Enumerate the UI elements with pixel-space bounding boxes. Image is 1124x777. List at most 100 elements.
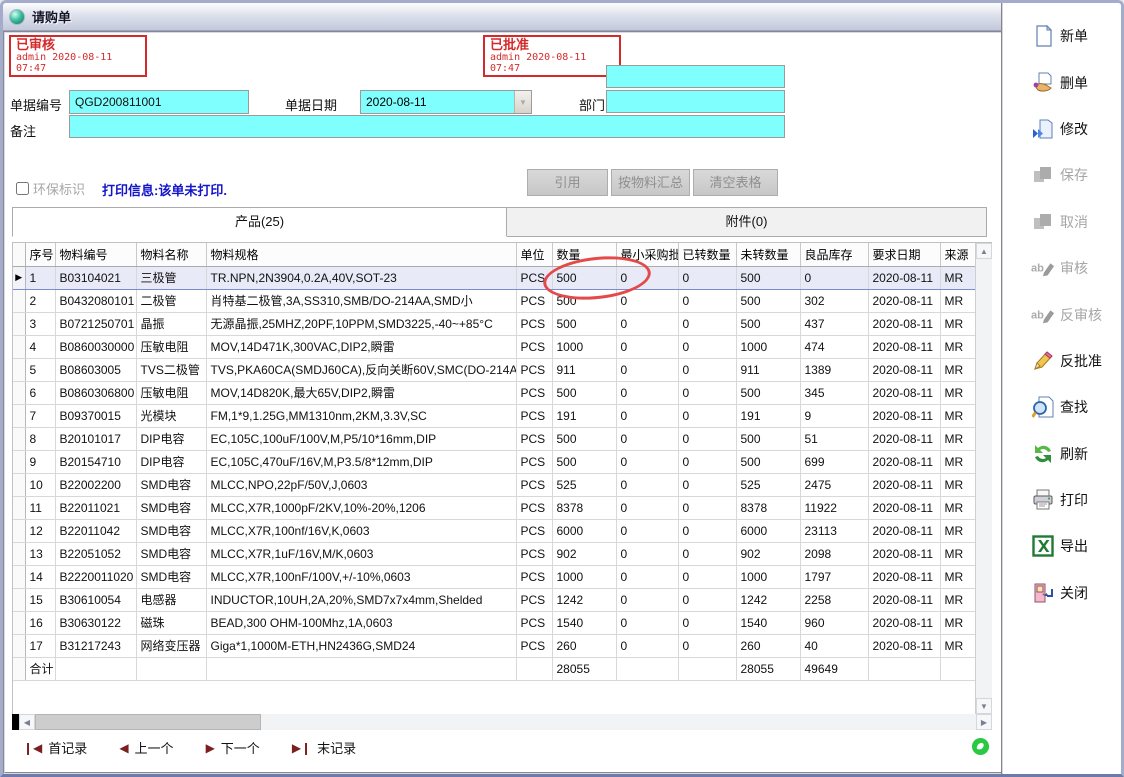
table-cell[interactable]: 7 bbox=[25, 404, 55, 427]
table-cell[interactable]: PCS bbox=[516, 266, 552, 289]
sidebar-button-save[interactable]: 保存 bbox=[1003, 152, 1121, 198]
table-cell[interactable]: MR bbox=[940, 450, 976, 473]
table-cell[interactable]: 437 bbox=[800, 312, 868, 335]
table-cell[interactable]: MR bbox=[940, 427, 976, 450]
table-cell[interactable]: SMD电容 bbox=[136, 542, 206, 565]
table-cell[interactable]: B31217243 bbox=[55, 634, 136, 657]
table-cell[interactable]: MR bbox=[940, 634, 976, 657]
table-cell[interactable]: 0 bbox=[678, 565, 736, 588]
table-cell[interactable]: 1 bbox=[25, 266, 55, 289]
table-cell[interactable]: B0860030000 bbox=[55, 335, 136, 358]
table-cell[interactable]: PCS bbox=[516, 473, 552, 496]
table-cell[interactable]: 0 bbox=[616, 427, 678, 450]
doc-no-input[interactable] bbox=[69, 90, 249, 114]
table-cell[interactable]: 2020-08-11 bbox=[868, 427, 940, 450]
table-cell[interactable]: 6000 bbox=[736, 519, 800, 542]
table-cell[interactable]: MR bbox=[940, 381, 976, 404]
next-record-button[interactable]: ▶ 下一个 bbox=[206, 738, 260, 757]
table-cell[interactable]: 2020-08-11 bbox=[868, 358, 940, 381]
table-cell[interactable]: 2020-08-11 bbox=[868, 289, 940, 312]
table-row[interactable]: 6B0860306800压敏电阻MOV,14D820K,最大65V,DIP2,瞬… bbox=[13, 381, 976, 404]
table-cell[interactable] bbox=[55, 657, 136, 680]
table-cell[interactable]: 肖特基二极管,3A,SS310,SMB/DO-214AA,SMD小 bbox=[206, 289, 516, 312]
table-cell[interactable]: PCS bbox=[516, 335, 552, 358]
sidebar-button-print[interactable]: 打印 bbox=[1003, 477, 1121, 523]
extra-field[interactable] bbox=[606, 65, 785, 88]
first-record-button[interactable]: ❙◀ 首记录 bbox=[23, 738, 87, 757]
table-cell[interactable]: MLCC,NPO,22pF/50V,J,0603 bbox=[206, 473, 516, 496]
table-cell[interactable]: B22051052 bbox=[55, 542, 136, 565]
table-cell[interactable]: 6 bbox=[25, 381, 55, 404]
table-cell[interactable]: 500 bbox=[736, 289, 800, 312]
scroll-down-icon[interactable]: ▼ bbox=[976, 698, 992, 714]
table-cell[interactable]: 500 bbox=[736, 427, 800, 450]
table-cell[interactable]: MR bbox=[940, 335, 976, 358]
table-cell[interactable]: 压敏电阻 bbox=[136, 381, 206, 404]
table-cell[interactable]: 0 bbox=[678, 312, 736, 335]
table-cell[interactable]: INDUCTOR,10UH,2A,20%,SMD7x7x4mm,Shelded bbox=[206, 588, 516, 611]
table-cell[interactable] bbox=[136, 657, 206, 680]
table-cell[interactable]: 2020-08-11 bbox=[868, 266, 940, 289]
table-cell[interactable]: TVS二极管 bbox=[136, 358, 206, 381]
table-cell[interactable]: 17 bbox=[25, 634, 55, 657]
table-cell[interactable]: 8378 bbox=[552, 496, 616, 519]
table-cell[interactable]: 902 bbox=[552, 542, 616, 565]
table-cell[interactable]: 902 bbox=[736, 542, 800, 565]
table-cell[interactable]: 14 bbox=[25, 565, 55, 588]
table-cell[interactable]: SMD电容 bbox=[136, 565, 206, 588]
eco-checkbox[interactable] bbox=[16, 182, 29, 195]
table-cell[interactable]: 1797 bbox=[800, 565, 868, 588]
table-cell[interactable]: 4 bbox=[25, 335, 55, 358]
table-cell[interactable]: 500 bbox=[552, 427, 616, 450]
table-cell[interactable]: 2020-08-11 bbox=[868, 634, 940, 657]
table-cell[interactable]: 10 bbox=[25, 473, 55, 496]
table-cell[interactable]: MR bbox=[940, 611, 976, 634]
table-cell[interactable]: MR bbox=[940, 404, 976, 427]
table-cell[interactable]: 500 bbox=[736, 450, 800, 473]
sidebar-button-audit[interactable]: ab审核 bbox=[1003, 245, 1121, 291]
table-cell[interactable]: 23113 bbox=[800, 519, 868, 542]
table-row[interactable]: 13B22051052SMD电容MLCC,X7R,1uF/16V,M/K,060… bbox=[13, 542, 976, 565]
table-cell[interactable]: 40 bbox=[800, 634, 868, 657]
table-cell[interactable]: 302 bbox=[800, 289, 868, 312]
table-cell[interactable]: B30630122 bbox=[55, 611, 136, 634]
table-cell[interactable]: PCS bbox=[516, 404, 552, 427]
table-cell[interactable]: 0 bbox=[616, 381, 678, 404]
table-cell[interactable]: 1000 bbox=[552, 335, 616, 358]
hscroll-thumb[interactable] bbox=[35, 714, 261, 730]
table-cell[interactable]: B20101017 bbox=[55, 427, 136, 450]
table-cell[interactable]: BEAD,300 OHM-100Mhz,1A,0603 bbox=[206, 611, 516, 634]
table-cell[interactable]: 2020-08-11 bbox=[868, 588, 940, 611]
table-cell[interactable]: 0 bbox=[616, 450, 678, 473]
table-cell[interactable]: 1000 bbox=[736, 565, 800, 588]
sidebar-button-close[interactable]: 关闭 bbox=[1003, 570, 1121, 616]
table-cell[interactable]: 0 bbox=[678, 289, 736, 312]
table-cell[interactable]: 0 bbox=[616, 588, 678, 611]
table-cell[interactable]: SMD电容 bbox=[136, 473, 206, 496]
table-cell[interactable] bbox=[616, 657, 678, 680]
table-cell[interactable]: TVS,PKA60CA(SMDJ60CA),反向关断60V,SMC(DO-214… bbox=[206, 358, 516, 381]
table-cell[interactable]: 1540 bbox=[736, 611, 800, 634]
table-cell[interactable]: 1242 bbox=[552, 588, 616, 611]
table-cell[interactable]: PCS bbox=[516, 358, 552, 381]
table-cell[interactable]: MR bbox=[940, 496, 976, 519]
table-cell[interactable]: PCS bbox=[516, 565, 552, 588]
table-cell[interactable]: 5 bbox=[25, 358, 55, 381]
quote-button[interactable]: 引用 bbox=[527, 169, 608, 196]
table-cell[interactable]: MR bbox=[940, 519, 976, 542]
table-cell[interactable]: PCS bbox=[516, 588, 552, 611]
table-row[interactable]: 合计280552805549649 bbox=[13, 657, 976, 680]
table-cell[interactable]: 2258 bbox=[800, 588, 868, 611]
table-cell[interactable]: 0 bbox=[616, 289, 678, 312]
table-cell[interactable]: B0860306800 bbox=[55, 381, 136, 404]
table-cell[interactable]: B30610054 bbox=[55, 588, 136, 611]
table-row[interactable]: 17B31217243网络变压器Giga*1,1000M-ETH,HN2436G… bbox=[13, 634, 976, 657]
table-cell[interactable]: 1000 bbox=[736, 335, 800, 358]
table-cell[interactable]: 11922 bbox=[800, 496, 868, 519]
table-cell[interactable]: TR.NPN,2N3904,0.2A,40V,SOT-23 bbox=[206, 266, 516, 289]
table-cell[interactable]: MOV,14D471K,300VAC,DIP2,瞬雷 bbox=[206, 335, 516, 358]
table-cell[interactable]: 525 bbox=[736, 473, 800, 496]
table-cell[interactable]: MR bbox=[940, 266, 976, 289]
table-cell[interactable]: MLCC,X7R,1000pF/2KV,10%-20%,1206 bbox=[206, 496, 516, 519]
table-cell[interactable]: 0 bbox=[678, 381, 736, 404]
